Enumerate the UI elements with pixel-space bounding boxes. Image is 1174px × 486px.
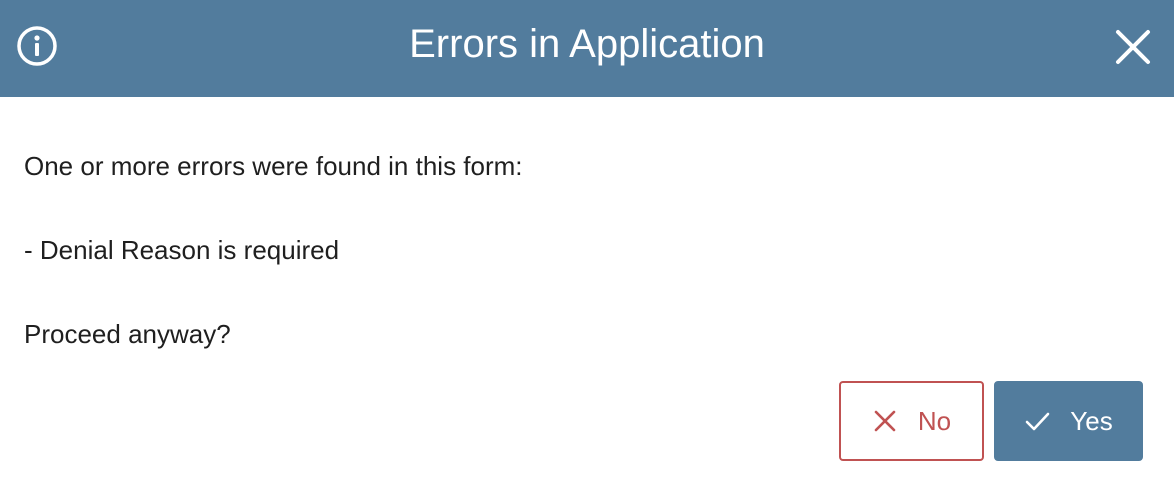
error-item: - Denial Reason is required	[24, 235, 340, 265]
yes-button-label: Yes	[1070, 405, 1113, 436]
no-button[interactable]: No	[839, 381, 984, 461]
error-dialog: Errors in Application One or more errors…	[0, 0, 1174, 486]
dialog-title: Errors in Application	[409, 22, 765, 66]
dialog-titlebar: Errors in Application	[0, 0, 1174, 97]
proceed-prompt: Proceed anyway?	[24, 319, 231, 349]
check-icon	[1025, 412, 1050, 431]
message-intro: One or more errors were found in this fo…	[24, 151, 523, 181]
yes-button[interactable]: Yes	[994, 381, 1143, 461]
close-button[interactable]	[1112, 26, 1154, 68]
x-icon	[874, 410, 896, 432]
no-button-label: No	[917, 405, 952, 436]
close-icon	[1116, 30, 1150, 64]
